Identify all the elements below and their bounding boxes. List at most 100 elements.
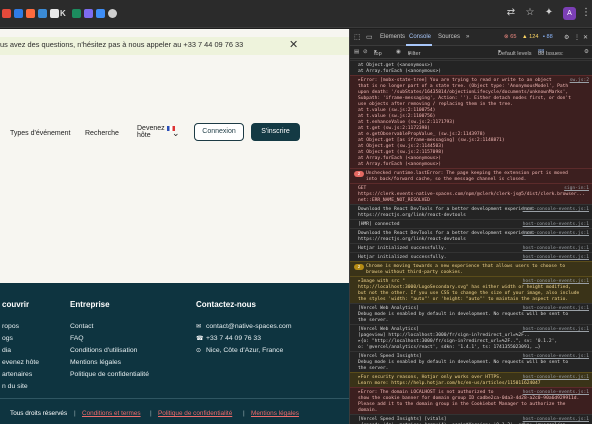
legal-link-privacy[interactable]: Politique de confidentialité xyxy=(158,410,232,417)
device-toggle-icon[interactable]: ▭ xyxy=(366,33,373,41)
footer-address: ⊙ Nice, Côte d'Azur, France xyxy=(196,347,283,354)
gear-icon[interactable]: ⚙ xyxy=(564,34,569,41)
bookmark-icon[interactable] xyxy=(14,9,23,18)
menu-icon[interactable]: ⋮ xyxy=(580,7,592,19)
console-message-warn[interactable]: 2 Chrome is moving towards a new experien… xyxy=(350,261,592,276)
eye-icon[interactable]: ◉ xyxy=(396,49,401,55)
footer-email[interactable]: ✉ contact@native-spaces.com xyxy=(196,323,291,330)
tab-console[interactable]: Console xyxy=(409,34,431,40)
address-text: Nice, Côte d'Azur, France xyxy=(206,347,284,354)
close-icon[interactable]: ✕ xyxy=(289,38,298,51)
site-footer: couvrir ropos ogs dia evenez hôte artena… xyxy=(0,283,349,424)
source-link[interactable]: host-console-events.js:1 xyxy=(523,306,589,311)
console-message-info[interactable]: [HMR] connected host-console-events.js:1 xyxy=(350,219,592,228)
footer-link-faq[interactable]: FAQ xyxy=(70,335,84,342)
console-message-text: Please add it to the domain group in the… xyxy=(358,402,566,407)
inspect-icon[interactable]: ⬚ xyxy=(354,33,361,41)
tab-elements[interactable]: Elements xyxy=(380,34,405,40)
close-icon[interactable]: ✕ xyxy=(583,34,588,41)
legal-link-mentions[interactable]: Mentions légales xyxy=(251,410,299,417)
console-message-info[interactable]: [Vercel Web Analytics] [pageview] http://… xyxy=(350,324,592,351)
source-link[interactable]: host-console-events.js:1 xyxy=(523,375,589,380)
console-message-err[interactable]: 2 Unchecked runtime.lastError: The page k… xyxy=(350,168,592,183)
clear-console-icon[interactable]: ⊘ xyxy=(363,49,368,55)
bookmark-icon[interactable] xyxy=(96,9,105,18)
console-message-info[interactable]: Hotjar initialized successfully. host-con… xyxy=(350,252,592,261)
star-icon[interactable]: ☆ xyxy=(524,7,536,19)
more-tabs-icon[interactable]: » xyxy=(466,34,469,40)
nav-event-types[interactable]: Types d'événement xyxy=(10,130,70,137)
become-host-label: Devenez xyxy=(137,125,165,132)
console-message-info[interactable]: Download the React DevTools for a better… xyxy=(350,204,592,219)
footer-link-privacy[interactable]: Politique de confidentialité xyxy=(70,371,149,378)
bookmark-k-icon[interactable]: K xyxy=(60,9,69,18)
footer-link[interactable]: artenaires xyxy=(2,371,32,378)
bookmark-icon[interactable] xyxy=(72,9,81,18)
error-count-value: 65 xyxy=(510,34,517,40)
error-count[interactable]: ⊗ 65 xyxy=(504,34,516,40)
extensions-icon[interactable]: ✦ xyxy=(543,7,555,19)
console-message-warn[interactable]: ▸Image with src " http://localhost:3000/L… xyxy=(350,276,592,303)
console-message-err[interactable]: ▸Error: The domain LOCALHOST is not auth… xyxy=(350,387,592,414)
source-link[interactable]: host-console-events.js:1 xyxy=(523,279,589,284)
sidebar-toggle-icon[interactable]: ▤ xyxy=(354,49,359,55)
source-link[interactable]: host-console-events.js:1 xyxy=(523,222,589,227)
nav-become-host[interactable]: Devenez hôte xyxy=(137,125,175,139)
bookmark-icon[interactable] xyxy=(108,9,117,18)
email-text: contact@native-spaces.com xyxy=(206,323,292,330)
source-link[interactable]: host-console-events.js:1 xyxy=(523,255,589,260)
console-message-info[interactable]: Download the React DevTools for a better… xyxy=(350,228,592,243)
source-link[interactable]: host-console-events.js:1 xyxy=(523,246,589,251)
active-tab-indicator xyxy=(406,44,432,46)
console-message-info[interactable]: [Vercel Speed Insights] Debug mode is ena… xyxy=(350,351,592,372)
source-link[interactable]: sw.js:2 xyxy=(570,78,589,83)
footer-link[interactable]: n du site xyxy=(2,383,28,390)
footer-link-legal[interactable]: Mentions légales xyxy=(70,359,121,366)
tab-sources[interactable]: Sources xyxy=(438,34,460,40)
context-select[interactable]: top ▾ xyxy=(374,49,382,57)
gear-icon[interactable]: ⚙ xyxy=(584,49,589,55)
footer-link[interactable]: ogs xyxy=(2,335,13,342)
chevron-down-icon[interactable]: ⌄ xyxy=(172,128,180,139)
bookmark-icon[interactable] xyxy=(84,9,93,18)
console-message-err[interactable]: GET https://clerk.events-native-spaces.co… xyxy=(350,183,592,204)
footer-link[interactable]: dia xyxy=(2,347,11,354)
more-options-icon[interactable]: ⋮ xyxy=(574,34,580,41)
source-link[interactable]: sign-in:1 xyxy=(564,186,589,191)
translate-icon[interactable]: ⇄ xyxy=(505,7,517,19)
source-link[interactable]: host-console-events.js:1 xyxy=(523,390,589,395)
console-message-info[interactable]: [Vercel Web Analytics] Debug mode is enab… xyxy=(350,303,592,324)
warning-count[interactable]: ▲ 124 xyxy=(522,34,538,40)
nav-search[interactable]: Recherche xyxy=(85,130,119,137)
bookmark-icon[interactable] xyxy=(2,9,11,18)
devtools-tabbar: ⬚ ▭ Elements Console Sources » ⊗ 65 ▲ 12… xyxy=(350,29,592,46)
console-message-warn[interactable]: ▸For security reasons, Hotjar only works… xyxy=(350,372,592,387)
profile-avatar[interactable]: A xyxy=(563,7,576,20)
footer-link[interactable]: ropos xyxy=(2,323,19,330)
footer-link-terms[interactable]: Conditions d'utilisation xyxy=(70,347,137,354)
console-message-err[interactable]: ▸Error: [mobx-state-tree] You are trying… xyxy=(350,75,592,168)
footer-link[interactable]: evenez hôte xyxy=(2,359,39,366)
legal-link-terms[interactable]: Conditions et termes xyxy=(82,410,141,417)
location-pin-icon: ⊙ xyxy=(196,347,202,354)
login-button[interactable]: Connexion xyxy=(194,123,244,141)
signup-button[interactable]: S'inscrire xyxy=(251,123,300,141)
footer-link-contact[interactable]: Contact xyxy=(70,323,93,330)
console-message-text: Debug mode is enabled by default in deve… xyxy=(358,360,569,365)
bookmark-icon[interactable] xyxy=(26,9,35,18)
source-link[interactable]: host-console-events.js:1 xyxy=(523,327,589,332)
issues-button[interactable]: 88 Issues: 88 xyxy=(538,49,564,57)
console-message-info[interactable]: at Object.get (<anonymous>) at Array.forE… xyxy=(350,60,592,75)
console-message-info[interactable]: Hotjar initialized successfully. host-con… xyxy=(350,243,592,252)
log-levels-select[interactable]: Default levels ▾ xyxy=(498,49,532,57)
source-link[interactable]: host-console-events.js:1 xyxy=(523,354,589,359)
console-message-info[interactable]: [Vercel Speed Insights] [vitals]▸{speed:… xyxy=(350,414,592,424)
footer-phone[interactable]: ☎ +33 7 44 09 76 33 xyxy=(196,335,261,342)
source-link[interactable]: host-console-events.js:1 xyxy=(523,417,589,422)
source-link[interactable]: host-console-events.js:1 xyxy=(523,207,589,212)
bookmark-icon[interactable] xyxy=(38,9,47,18)
separator: | xyxy=(243,410,245,417)
bookmark-icon[interactable] xyxy=(50,9,59,18)
source-link[interactable]: host-console-events.js:1 xyxy=(523,231,589,236)
info-count[interactable]: ▪ 88 xyxy=(543,34,553,40)
